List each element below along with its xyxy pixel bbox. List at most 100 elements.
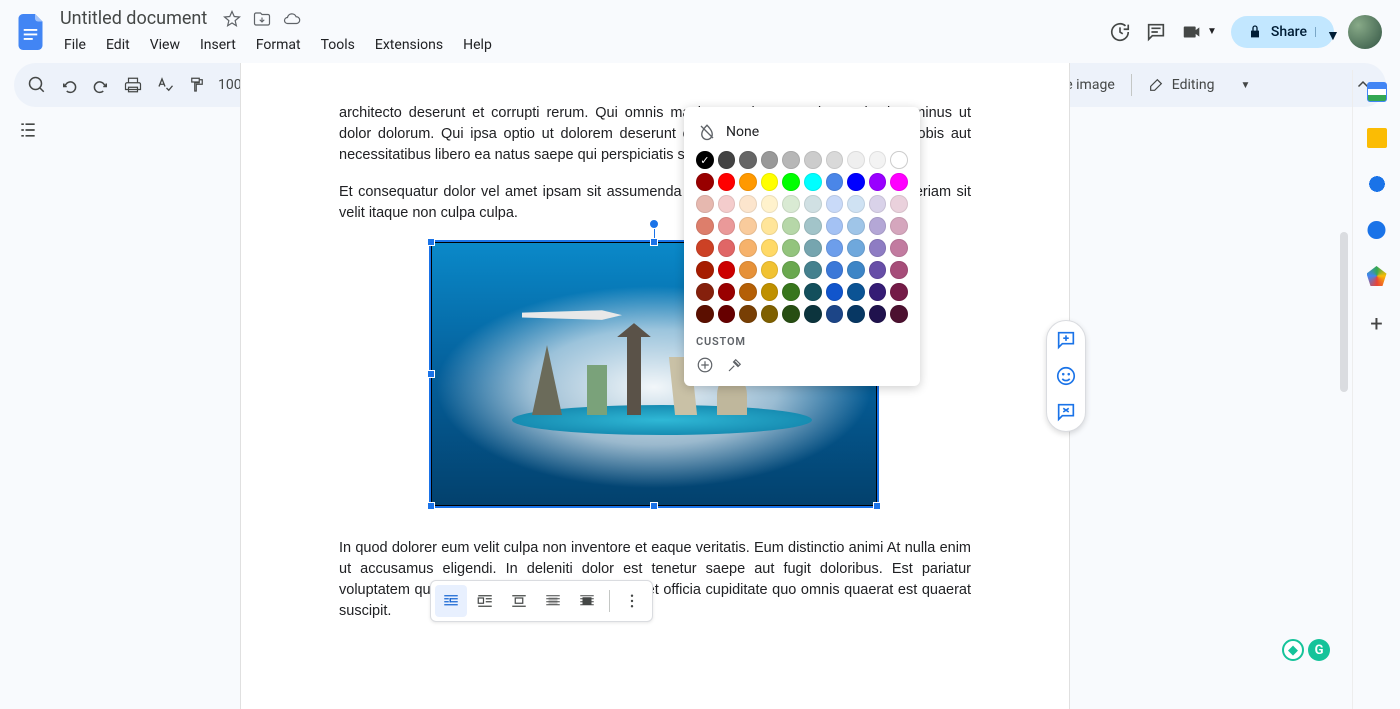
wrap-front-button[interactable] <box>571 585 603 617</box>
meet-button[interactable]: ▼ <box>1181 21 1217 43</box>
maps-app-icon[interactable] <box>1367 266 1387 286</box>
color-swatch[interactable] <box>718 195 736 213</box>
color-swatch[interactable] <box>847 239 865 257</box>
color-swatch[interactable] <box>847 173 865 191</box>
color-swatch[interactable] <box>869 261 887 279</box>
color-swatch[interactable] <box>696 151 714 169</box>
color-swatch[interactable] <box>718 173 736 191</box>
color-swatch[interactable] <box>761 261 779 279</box>
color-swatch[interactable] <box>718 151 736 169</box>
color-swatch[interactable] <box>826 239 844 257</box>
color-swatch[interactable] <box>804 283 822 301</box>
color-swatch[interactable] <box>869 305 887 323</box>
color-swatch[interactable] <box>761 283 779 301</box>
color-swatch[interactable] <box>739 195 757 213</box>
resize-handle[interactable] <box>873 502 881 510</box>
color-swatch[interactable] <box>869 217 887 235</box>
color-swatch[interactable] <box>826 195 844 213</box>
wrap-inline-button[interactable] <box>435 585 467 617</box>
resize-handle[interactable] <box>650 502 658 510</box>
color-swatch[interactable] <box>782 261 800 279</box>
color-swatch[interactable] <box>890 195 908 213</box>
color-swatch[interactable] <box>826 173 844 191</box>
color-swatch[interactable] <box>804 239 822 257</box>
color-swatch[interactable] <box>890 305 908 323</box>
move-icon[interactable] <box>253 10 271 28</box>
color-swatch[interactable] <box>804 173 822 191</box>
resize-handle[interactable] <box>427 238 435 246</box>
color-swatch[interactable] <box>761 195 779 213</box>
color-swatch[interactable] <box>696 217 714 235</box>
color-swatch[interactable] <box>869 239 887 257</box>
wrap-break-button[interactable] <box>503 585 535 617</box>
docs-logo[interactable] <box>14 14 50 50</box>
color-swatch[interactable] <box>696 261 714 279</box>
paint-format-button[interactable] <box>182 70 212 100</box>
share-button[interactable]: Share ▼ <box>1231 16 1334 48</box>
color-swatch[interactable] <box>739 217 757 235</box>
print-button[interactable] <box>118 70 148 100</box>
color-swatch[interactable] <box>782 305 800 323</box>
scrollbar[interactable] <box>1340 110 1348 700</box>
color-swatch[interactable] <box>761 305 779 323</box>
color-swatch[interactable] <box>826 261 844 279</box>
menu-tools[interactable]: Tools <box>313 33 363 57</box>
wrap-text-button[interactable] <box>469 585 501 617</box>
get-addons-button[interactable]: + <box>1370 312 1382 337</box>
color-swatch[interactable] <box>718 305 736 323</box>
color-swatch[interactable] <box>696 305 714 323</box>
color-swatch[interactable] <box>782 151 800 169</box>
color-swatch[interactable] <box>847 217 865 235</box>
color-swatch[interactable] <box>761 239 779 257</box>
color-swatch[interactable] <box>696 195 714 213</box>
color-swatch[interactable] <box>804 217 822 235</box>
undo-button[interactable] <box>54 70 84 100</box>
add-emoji-icon[interactable] <box>1055 365 1077 387</box>
color-swatch[interactable] <box>782 283 800 301</box>
tasks-app-icon[interactable] <box>1367 174 1387 194</box>
color-swatch[interactable] <box>869 195 887 213</box>
color-swatch[interactable] <box>826 217 844 235</box>
suggest-edits-icon[interactable] <box>1055 401 1077 423</box>
color-swatch[interactable] <box>826 151 844 169</box>
color-swatch[interactable] <box>890 151 908 169</box>
color-swatch[interactable] <box>782 217 800 235</box>
comments-icon[interactable] <box>1145 21 1167 43</box>
color-swatch[interactable] <box>847 195 865 213</box>
menu-insert[interactable]: Insert <box>192 33 244 57</box>
menu-help[interactable]: Help <box>455 33 500 57</box>
color-swatch[interactable] <box>804 261 822 279</box>
contacts-app-icon[interactable] <box>1367 220 1387 240</box>
color-swatch[interactable] <box>826 305 844 323</box>
color-swatch[interactable] <box>696 239 714 257</box>
color-swatch[interactable] <box>847 151 865 169</box>
history-icon[interactable] <box>1109 21 1131 43</box>
menu-view[interactable]: View <box>142 33 188 57</box>
editing-mode-button[interactable]: Editing ▼ <box>1138 73 1261 97</box>
color-swatch[interactable] <box>718 217 736 235</box>
color-swatch[interactable] <box>761 217 779 235</box>
color-swatch[interactable] <box>869 151 887 169</box>
color-swatch[interactable] <box>739 173 757 191</box>
document-title[interactable]: Untitled document <box>56 6 211 31</box>
color-swatch[interactable] <box>718 239 736 257</box>
color-swatch[interactable] <box>826 283 844 301</box>
account-avatar[interactable] <box>1348 15 1382 49</box>
wrap-more-button[interactable] <box>616 585 648 617</box>
color-swatch[interactable] <box>739 305 757 323</box>
share-caret-icon[interactable]: ▼ <box>1315 27 1326 37</box>
spellcheck-button[interactable] <box>150 70 180 100</box>
color-none-option[interactable]: None <box>696 117 908 151</box>
color-swatch[interactable] <box>696 283 714 301</box>
color-swatch[interactable] <box>718 283 736 301</box>
color-swatch[interactable] <box>739 239 757 257</box>
menu-extensions[interactable]: Extensions <box>367 33 451 57</box>
calendar-app-icon[interactable] <box>1367 82 1387 102</box>
color-swatch[interactable] <box>696 173 714 191</box>
star-icon[interactable] <box>223 10 241 28</box>
color-swatch[interactable] <box>739 261 757 279</box>
color-swatch[interactable] <box>761 173 779 191</box>
color-swatch[interactable] <box>782 239 800 257</box>
color-swatch[interactable] <box>804 195 822 213</box>
color-swatch[interactable] <box>739 151 757 169</box>
